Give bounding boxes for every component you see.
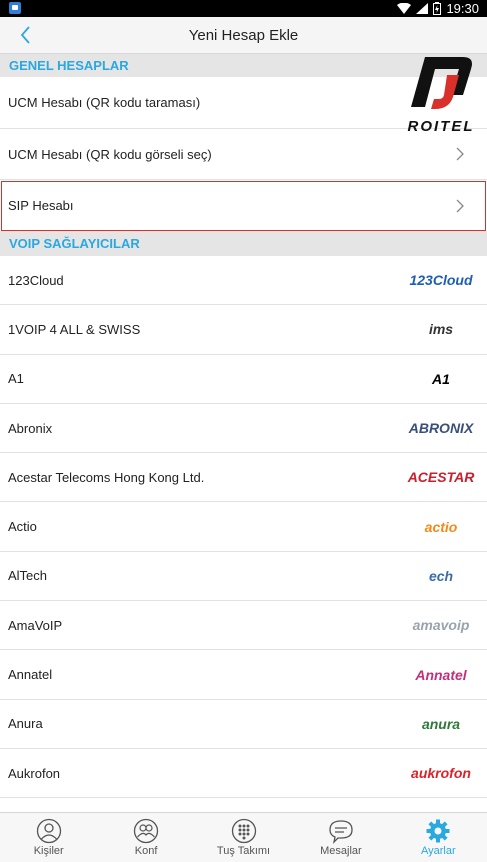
provider-row[interactable]: A1 A1 [0, 354, 487, 404]
provider-name: Anura [8, 716, 43, 732]
provider-row[interactable]: Aukrofon aukrofon [0, 749, 487, 799]
provider-name: A1 [8, 371, 24, 387]
provider-name: 1VOIP 4 ALL & SWISS [8, 321, 141, 337]
contacts-icon [36, 818, 61, 844]
provider-logo: A1 [432, 370, 450, 387]
provider-row[interactable]: Acestar Telecoms Hong Kong Ltd. ACESTAR [0, 453, 487, 503]
provider-logo: Annatel [415, 666, 467, 683]
clock: 19:30 [446, 1, 479, 16]
provider-name: AlTech [8, 568, 48, 584]
provider-row[interactable]: 123Cloud 123Cloud [0, 256, 487, 306]
tab-label: Tuş Takımı [216, 845, 271, 857]
provider-row[interactable]: Abronix ABRONIX [0, 403, 487, 454]
provider-name: Annatel [8, 667, 53, 683]
provider-name: Aukrofon [8, 765, 61, 781]
provider-logo: anura [421, 715, 461, 732]
chevron-right-icon [456, 199, 464, 212]
status-bar: 19:30 [0, 0, 487, 17]
tab-dialpad[interactable]: Tuş Takımı [195, 813, 292, 862]
tab-settings[interactable]: Ayarlar [390, 813, 487, 862]
provider-logo: amavoip [412, 617, 470, 634]
settings-icon [426, 819, 450, 843]
provider-logo: ech [428, 567, 454, 584]
roitel-mark-icon [411, 57, 472, 109]
provider-logo: ABRONIX [408, 420, 474, 437]
battery-icon [433, 2, 442, 15]
bottom-tab-bar: Kişiler Konf Tuş Takımı Mesajlar Ayarlar [0, 812, 487, 862]
provider-row[interactable]: Actio actio [0, 502, 487, 552]
signal-icon [416, 3, 429, 14]
tab-label: Konf [134, 845, 158, 857]
provider-logo: 123Cloud [409, 272, 473, 289]
provider-row[interactable]: 1VOIP 4 ALL & SWISS ims [0, 305, 487, 355]
provider-name: AmaVoIP [8, 617, 63, 633]
tab-label: Mesajlar [320, 845, 362, 857]
tab-label: Kişiler [33, 845, 64, 857]
account-row-ucm-qr-image[interactable]: UCM Hesabı (QR kodu görseli seç) [0, 129, 487, 180]
roitel-logo: ROITEL [401, 55, 481, 135]
row-label: SIP Hesabı [8, 198, 74, 213]
tab-conference[interactable]: Konf [97, 813, 194, 862]
chevron-right-icon [456, 147, 464, 161]
provider-row[interactable]: AlTech ech [0, 551, 487, 602]
account-row-sip[interactable]: SIP Hesabı [0, 180, 487, 232]
provider-logo: ims [428, 321, 454, 338]
tab-messages[interactable]: Mesajlar [292, 813, 389, 862]
provider-logo: ACESTAR [407, 469, 475, 486]
brand-name: ROITEL [407, 118, 475, 135]
tab-label: Ayarlar [421, 845, 456, 857]
provider-name: Acestar Telecoms Hong Kong Ltd. [8, 469, 205, 485]
section-header-voip: VOIP SAĞLAYICILAR [0, 232, 487, 256]
provider-name: Actio [8, 519, 37, 535]
dialpad-icon [231, 818, 256, 844]
wifi-icon [397, 3, 412, 14]
provider-name: Abronix [8, 420, 53, 436]
page-title: Yeni Hesap Ekle [188, 27, 299, 44]
provider-logo: aukrofon [411, 765, 471, 782]
tab-contacts[interactable]: Kişiler [0, 813, 97, 862]
title-bar: Yeni Hesap Ekle [0, 17, 487, 54]
notification-app-icon [9, 2, 21, 14]
provider-name: 123Cloud [8, 272, 64, 288]
provider-row[interactable]: Anura anura [0, 699, 487, 749]
conference-icon [133, 818, 159, 844]
row-label: UCM Hesabı (QR kodu görseli seç) [8, 146, 212, 162]
status-icons: 19:30 [397, 0, 479, 17]
provider-row[interactable]: AmaVoIP amavoip [0, 601, 487, 651]
row-label: UCM Hesabı (QR kodu taraması) [8, 95, 201, 110]
provider-logo: actio [424, 518, 458, 535]
provider-row[interactable]: Annatel Annatel [0, 650, 487, 700]
messages-icon [329, 820, 353, 844]
